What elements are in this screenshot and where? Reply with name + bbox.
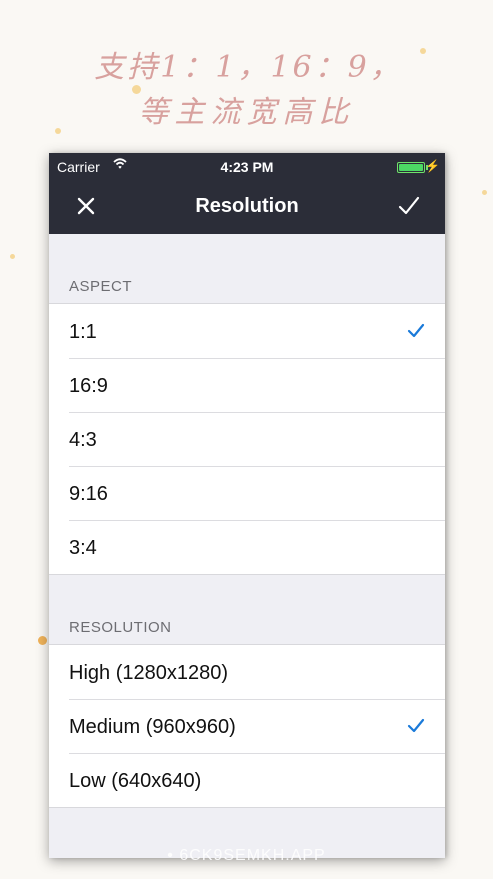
- battery-icon: [397, 162, 425, 173]
- checkmark-icon: [407, 323, 425, 338]
- section-header-resolution: RESOLUTION: [69, 619, 172, 636]
- aspect-option-row[interactable]: 1:1: [49, 304, 445, 358]
- aspect-option-row[interactable]: 9:16: [49, 466, 445, 520]
- checkmark-icon[interactable]: [397, 194, 421, 218]
- decor-dot: [10, 254, 15, 259]
- promo-line-2: 等主流宽高比: [138, 95, 355, 130]
- aspect-option-label: 3:4: [69, 537, 97, 559]
- resolution-option-label: High (1280x1280): [69, 662, 228, 684]
- resolution-option-row[interactable]: High (1280x1280): [49, 645, 445, 699]
- section-header-aspect: ASPECT: [69, 278, 133, 295]
- aspect-option-row[interactable]: 4:3: [49, 412, 445, 466]
- resolution-option-row[interactable]: Low (640x640): [49, 753, 445, 807]
- phone-screen: Carrier 4:23 PM ⚡ Resolution ASPECT 1:1 1…: [49, 153, 445, 858]
- nav-bar: Resolution: [49, 181, 445, 234]
- decor-dot: [38, 636, 47, 645]
- decor-dot: [482, 190, 487, 195]
- resolution-option-label: Medium (960x960): [69, 716, 236, 738]
- aspect-option-row[interactable]: 3:4: [49, 520, 445, 574]
- resolution-option-label: Low (640x640): [69, 770, 202, 792]
- aspect-list: 1:1 16:9 4:3 9:16 3:4: [49, 303, 445, 575]
- aspect-option-label: 9:16: [69, 483, 108, 505]
- aspect-option-row[interactable]: 16:9: [49, 358, 445, 412]
- resolution-option-row[interactable]: Medium (960x960): [49, 699, 445, 753]
- aspect-option-label: 1:1: [69, 321, 97, 343]
- aspect-option-label: 16:9: [69, 375, 108, 397]
- status-time: 4:23 PM: [220, 159, 274, 175]
- watermark: • 6CK9SEMKH.APP: [167, 847, 326, 864]
- aspect-option-label: 4:3: [69, 429, 97, 451]
- nav-title: Resolution: [195, 195, 299, 217]
- status-bar: Carrier 4:23 PM ⚡: [49, 153, 445, 181]
- resolution-list: High (1280x1280) Medium (960x960) Low (640…: [49, 644, 445, 808]
- charging-icon: ⚡: [425, 159, 440, 173]
- checkmark-icon: [407, 718, 425, 733]
- promo-line-1: 支持1：1，16：9，: [94, 50, 403, 85]
